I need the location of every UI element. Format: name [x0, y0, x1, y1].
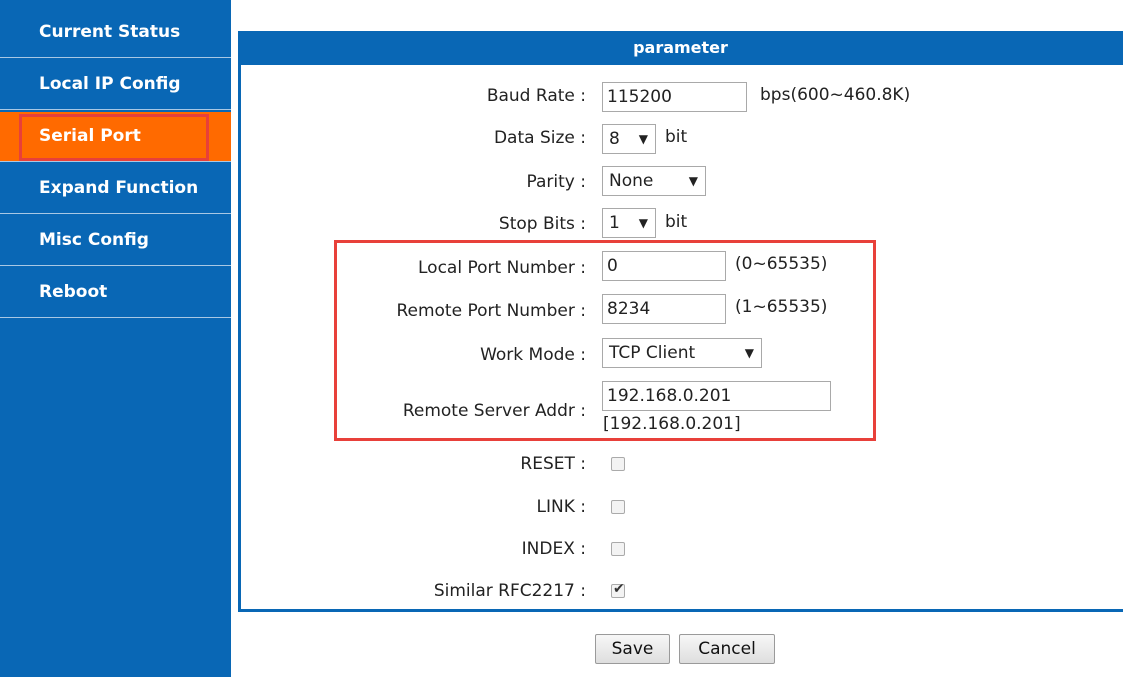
reset-label: RESET :: [520, 454, 586, 474]
chevron-down-icon: ▼: [744, 346, 754, 360]
local-port-input[interactable]: 0: [602, 251, 726, 281]
chevron-down-icon: ▼: [688, 174, 698, 188]
baud-rate-label: Baud Rate :: [486, 86, 586, 106]
stop-bits-select[interactable]: 1 ▼: [602, 208, 656, 238]
remote-port-label: Remote Port Number :: [396, 301, 586, 321]
check-icon: ✔: [613, 581, 625, 597]
remote-server-label: Remote Server Addr :: [402, 401, 586, 421]
stop-bits-value: 1: [609, 213, 620, 233]
reset-checkbox[interactable]: [611, 457, 625, 471]
panel-title: parameter: [238, 31, 1123, 65]
parity-label: Parity :: [526, 172, 586, 192]
remote-server-resolved: [192.168.0.201]: [603, 414, 741, 434]
data-size-unit: bit: [665, 127, 688, 147]
sidebar-item-current-status[interactable]: Current Status: [0, 8, 231, 58]
parity-value: None: [609, 171, 654, 191]
remote-server-input[interactable]: 192.168.0.201: [602, 381, 831, 411]
sidebar-item-local-ip-config[interactable]: Local IP Config: [0, 60, 231, 110]
save-button[interactable]: Save: [595, 634, 670, 664]
rfc2217-checkbox[interactable]: ✔: [611, 581, 625, 598]
active-item-highlight: [19, 114, 209, 161]
stop-bits-unit: bit: [665, 212, 688, 232]
remote-port-input[interactable]: 8234: [602, 294, 726, 324]
sidebar-item-reboot[interactable]: Reboot: [0, 268, 231, 318]
rfc2217-label: Similar RFC2217 :: [433, 581, 586, 601]
chevron-down-icon: ▼: [638, 216, 648, 230]
link-label: LINK :: [536, 497, 586, 517]
link-checkbox[interactable]: [611, 500, 625, 514]
index-label: INDEX :: [521, 539, 586, 559]
sidebar: Current Status Local IP Config Serial Po…: [0, 0, 231, 677]
baud-rate-input[interactable]: 115200: [602, 82, 747, 112]
chevron-down-icon: ▼: [638, 132, 648, 146]
local-port-label: Local Port Number :: [418, 258, 586, 278]
data-size-value: 8: [609, 129, 620, 149]
work-mode-select[interactable]: TCP Client ▼: [602, 338, 762, 368]
remote-port-range: (1~65535): [735, 297, 828, 317]
baud-rate-unit: bps(600~460.8K): [760, 85, 911, 105]
index-checkbox[interactable]: [611, 542, 625, 556]
work-mode-label: Work Mode :: [480, 345, 586, 365]
stop-bits-label: Stop Bits :: [498, 214, 586, 234]
cancel-button[interactable]: Cancel: [679, 634, 775, 664]
data-size-label: Data Size :: [493, 128, 586, 148]
sidebar-item-expand-function[interactable]: Expand Function: [0, 164, 231, 214]
parity-select[interactable]: None ▼: [602, 166, 706, 196]
work-mode-value: TCP Client: [609, 343, 696, 363]
data-size-select[interactable]: 8 ▼: [602, 124, 656, 154]
sidebar-item-misc-config[interactable]: Misc Config: [0, 216, 231, 266]
local-port-range: (0~65535): [735, 254, 828, 274]
